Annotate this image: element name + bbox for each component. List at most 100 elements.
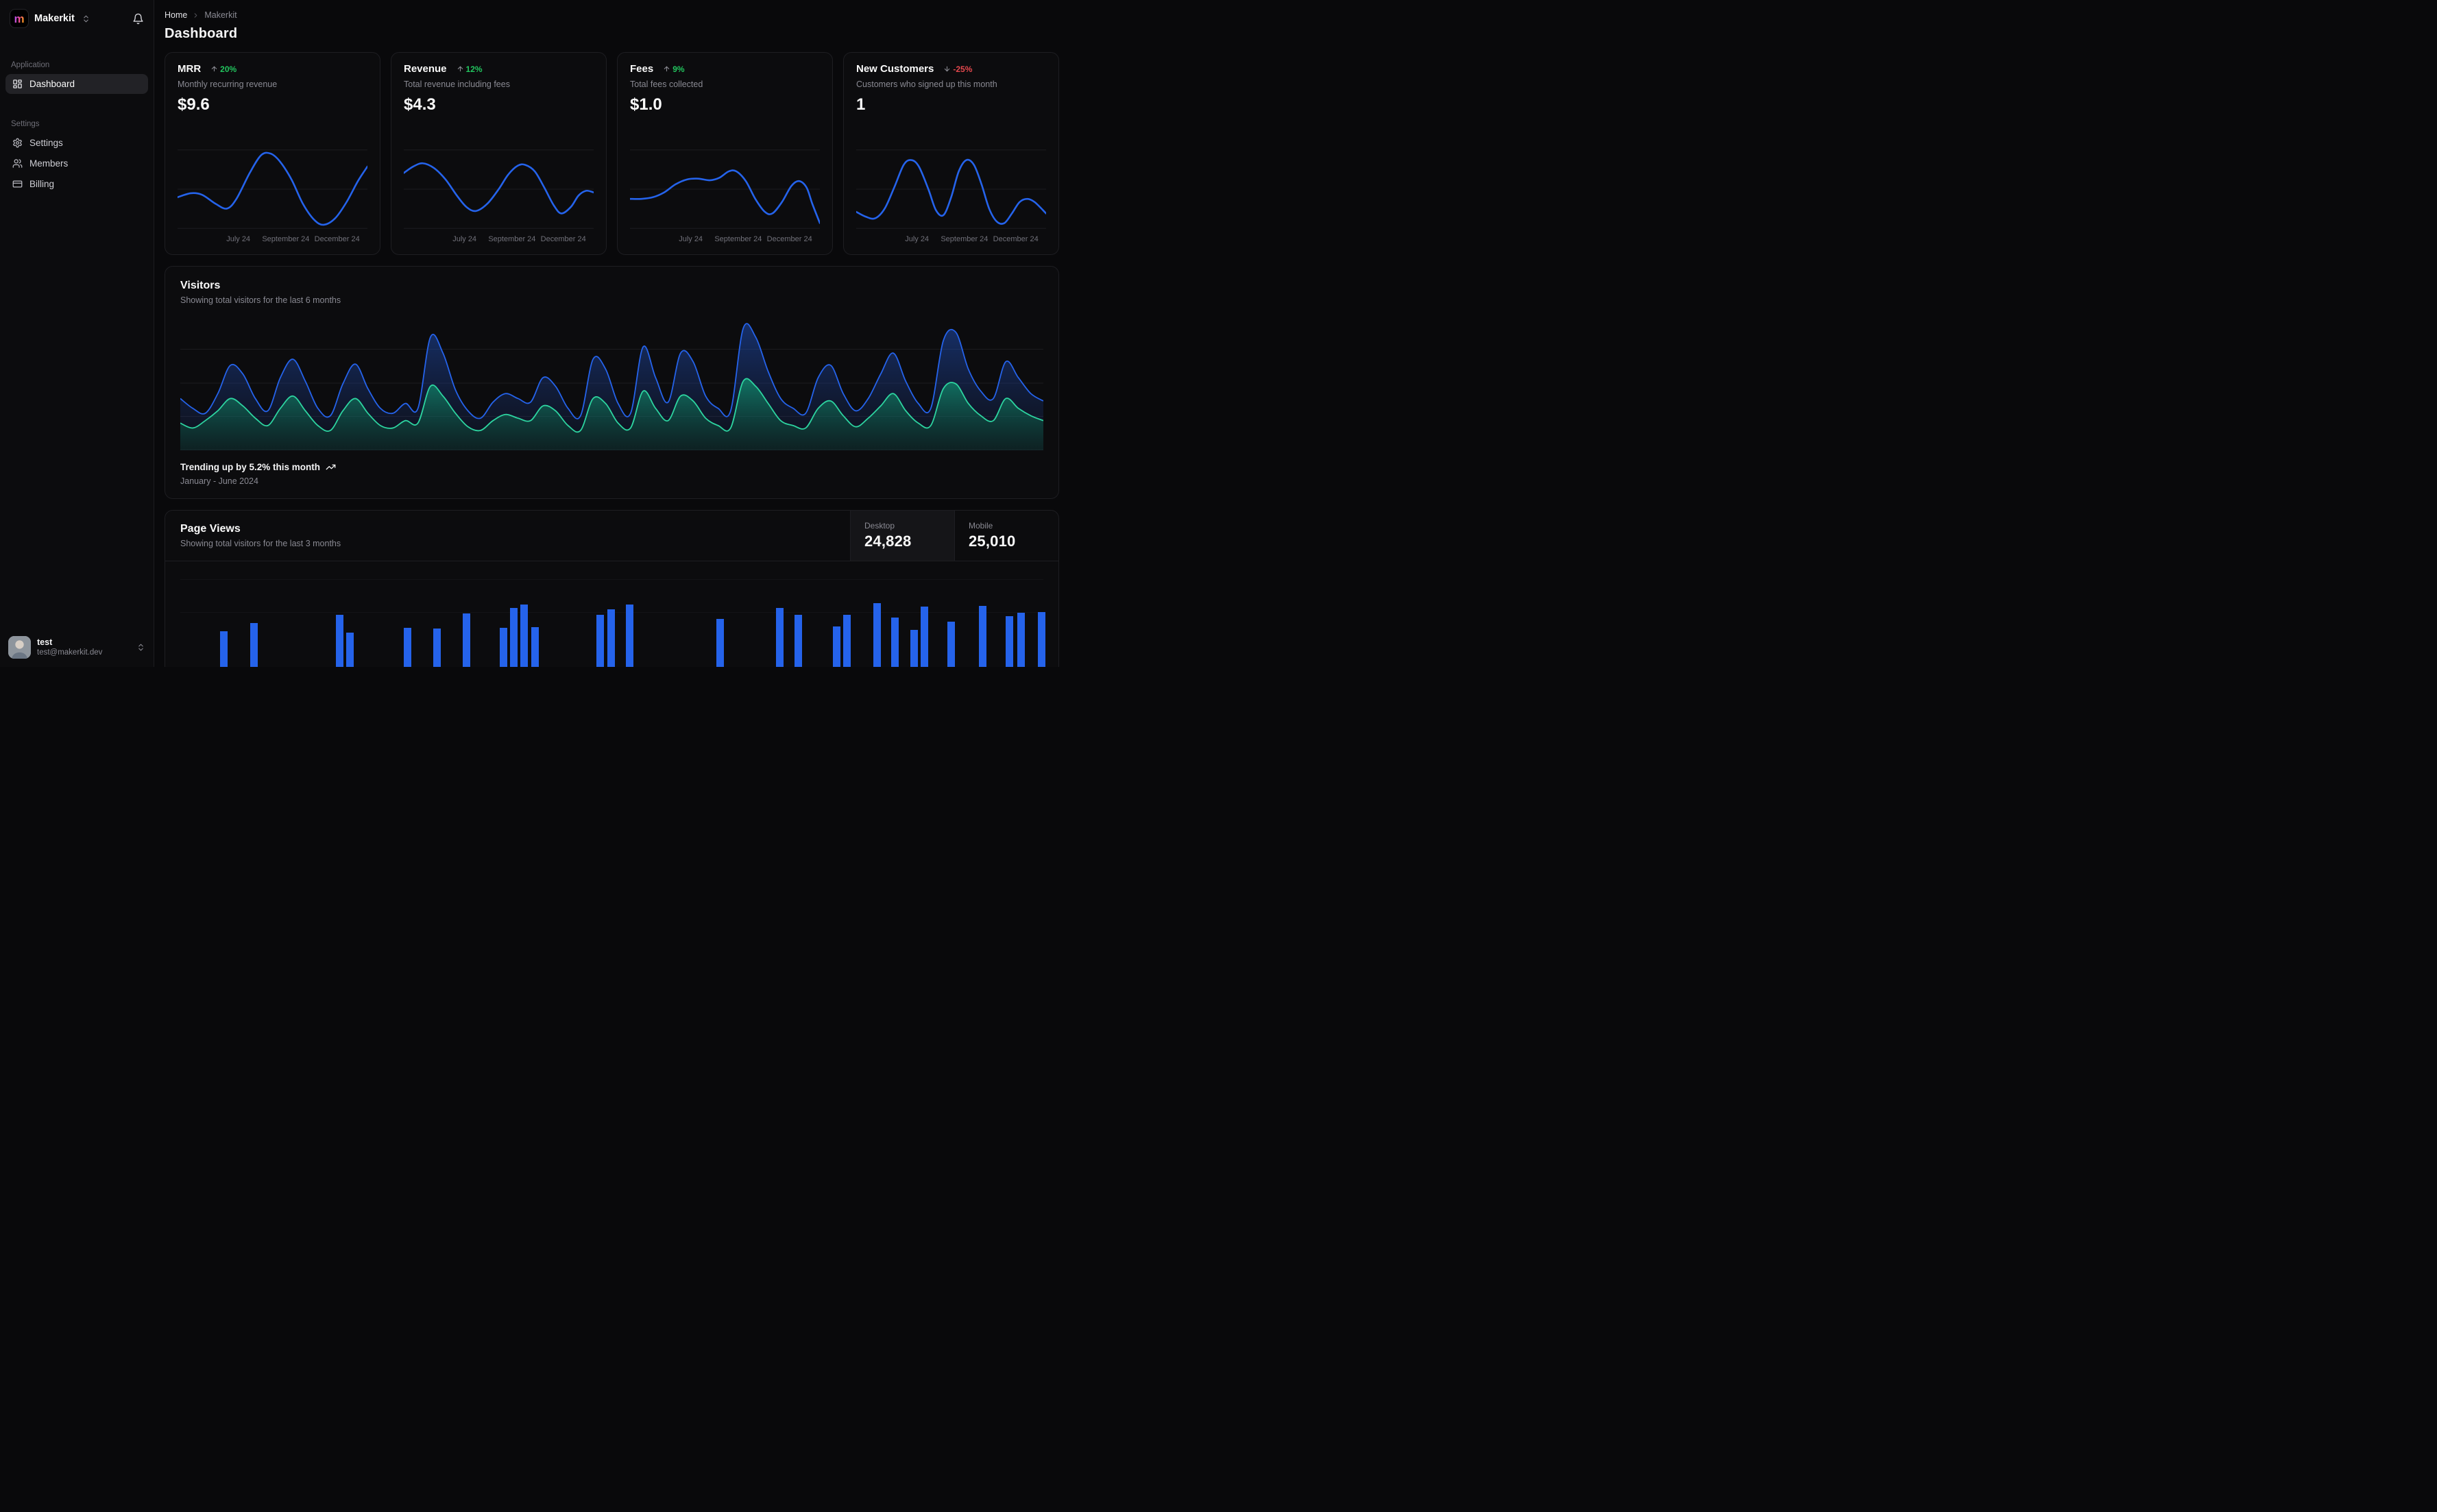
breadcrumb: Home Makerkit bbox=[165, 10, 1059, 20]
sidebar-item-label: Members bbox=[29, 158, 69, 169]
page-views-subtitle: Showing total visitors for the last 3 mo… bbox=[180, 539, 341, 548]
stat-value: $4.3 bbox=[404, 95, 436, 114]
x-axis-labels: July 24 September 24 December 24 bbox=[905, 235, 1039, 243]
toggle-value: 25,010 bbox=[969, 533, 1016, 550]
bar bbox=[716, 619, 724, 667]
sidebar-item-members[interactable]: Members bbox=[5, 154, 148, 173]
bar bbox=[520, 605, 529, 667]
toggle-mobile[interactable]: Mobile 25,010 bbox=[954, 511, 1058, 561]
bar bbox=[509, 608, 518, 667]
bell-icon[interactable] bbox=[132, 13, 144, 25]
bar bbox=[531, 627, 539, 667]
revenue-sparkline-chart bbox=[404, 149, 594, 230]
stat-title: Revenue bbox=[404, 63, 447, 75]
page-views-header: Page Views Showing total visitors for th… bbox=[165, 511, 1058, 561]
toggle-value: 24,828 bbox=[864, 533, 912, 550]
bar bbox=[921, 607, 929, 667]
stat-value: $9.6 bbox=[178, 95, 210, 114]
stat-card-mrr: MRR 20% Monthly recurring revenue $9.6 J… bbox=[165, 52, 380, 255]
user-name: test bbox=[37, 637, 53, 647]
user-meta: test test@makerkit.dev bbox=[37, 637, 102, 658]
visitors-area-chart bbox=[180, 316, 1043, 450]
page-title: Dashboard bbox=[165, 26, 238, 41]
x-axis-labels: July 24 September 24 December 24 bbox=[679, 235, 812, 243]
bar bbox=[596, 615, 604, 667]
mrr-sparkline-chart bbox=[178, 149, 367, 230]
visitors-period: January - June 2024 bbox=[180, 476, 258, 486]
chevrons-up-down-icon bbox=[136, 643, 145, 652]
bar bbox=[1017, 613, 1026, 667]
stats-grid: MRR 20% Monthly recurring revenue $9.6 J… bbox=[165, 52, 1059, 255]
visitors-trend: Trending up by 5.2% this month bbox=[180, 462, 1043, 472]
toggle-label: Mobile bbox=[969, 521, 993, 531]
layout-dashboard-icon bbox=[12, 79, 23, 89]
x-axis-labels: July 24 September 24 December 24 bbox=[226, 235, 360, 243]
chevron-right-icon bbox=[192, 12, 199, 19]
sidebar-item-billing[interactable]: Billing bbox=[5, 174, 148, 194]
bar bbox=[404, 628, 412, 667]
workspace-name: Makerkit bbox=[34, 13, 75, 24]
bar bbox=[832, 626, 840, 667]
arrow-down-icon bbox=[943, 65, 951, 73]
page-views-bar-chart bbox=[180, 571, 1046, 667]
dashboard-app: m Makerkit Application Dashboard Setting… bbox=[0, 0, 1075, 667]
bar bbox=[910, 630, 919, 667]
sidebar-item-settings[interactable]: Settings bbox=[5, 133, 148, 153]
user-email: test@makerkit.dev bbox=[37, 648, 103, 657]
breadcrumb-home-link[interactable]: Home bbox=[165, 10, 187, 20]
breadcrumb-current: Makerkit bbox=[204, 10, 237, 20]
bar bbox=[1005, 616, 1013, 667]
arrow-up-icon bbox=[663, 65, 670, 73]
arrow-up-icon bbox=[457, 65, 464, 73]
stat-subtitle: Total fees collected bbox=[630, 80, 703, 89]
page-views-card: Page Views Showing total visitors for th… bbox=[165, 510, 1059, 667]
x-axis-labels: July 24 September 24 December 24 bbox=[452, 235, 586, 243]
trending-up-icon bbox=[326, 462, 336, 472]
stat-title: New Customers bbox=[856, 63, 934, 75]
visitors-card: Visitors Showing total visitors for the … bbox=[165, 266, 1059, 499]
bar bbox=[335, 615, 343, 667]
credit-card-icon bbox=[12, 179, 23, 189]
stat-card-new-customers: New Customers -25% Customers who signed … bbox=[843, 52, 1059, 255]
sidebar-item-label: Settings bbox=[29, 138, 63, 148]
nav-section-application: Application bbox=[11, 61, 50, 69]
sidebar-nav: Application Dashboard Settings Settings … bbox=[0, 35, 154, 628]
bar bbox=[947, 622, 956, 667]
users-icon bbox=[12, 158, 23, 169]
toggle-label: Desktop bbox=[864, 521, 895, 531]
bar bbox=[499, 628, 507, 667]
stat-value: 1 bbox=[856, 95, 866, 114]
page-views-title: Page Views bbox=[180, 523, 241, 535]
stat-card-fees: Fees 9% Total fees collected $1.0 July 2… bbox=[617, 52, 833, 255]
chevrons-up-down-icon bbox=[82, 14, 90, 23]
stat-card-revenue: Revenue 12% Total revenue including fees… bbox=[391, 52, 607, 255]
fees-sparkline-chart bbox=[630, 149, 820, 230]
main-content: Home Makerkit Dashboard MRR 20% Monthly … bbox=[154, 0, 1075, 667]
bar bbox=[607, 609, 616, 667]
sidebar-item-label: Dashboard bbox=[29, 79, 75, 89]
bar bbox=[873, 603, 881, 667]
bar bbox=[978, 606, 986, 667]
trend-badge: 20% bbox=[210, 64, 237, 74]
trend-badge: -25% bbox=[943, 64, 972, 74]
bar bbox=[462, 613, 470, 667]
trend-badge: 9% bbox=[663, 64, 685, 74]
toggle-desktop[interactable]: Desktop 24,828 bbox=[850, 511, 954, 561]
stat-subtitle: Total revenue including fees bbox=[404, 80, 510, 89]
visitors-subtitle: Showing total visitors for the last 6 mo… bbox=[180, 295, 341, 305]
stat-title: MRR bbox=[178, 63, 202, 75]
bar bbox=[345, 633, 354, 667]
bar bbox=[842, 615, 851, 667]
trend-badge: 12% bbox=[457, 64, 483, 74]
bar bbox=[625, 605, 633, 667]
arrow-up-icon bbox=[210, 65, 218, 73]
sidebar-item-label: Billing bbox=[29, 179, 55, 189]
user-menu[interactable]: test test@makerkit.dev bbox=[0, 628, 154, 667]
bar bbox=[795, 615, 803, 667]
workspace-selector[interactable]: m Makerkit bbox=[0, 0, 154, 35]
bar bbox=[775, 608, 784, 667]
avatar bbox=[8, 636, 31, 659]
sidebar-item-dashboard[interactable]: Dashboard bbox=[5, 74, 148, 94]
bar bbox=[891, 618, 899, 667]
stat-title: Fees bbox=[630, 63, 654, 75]
